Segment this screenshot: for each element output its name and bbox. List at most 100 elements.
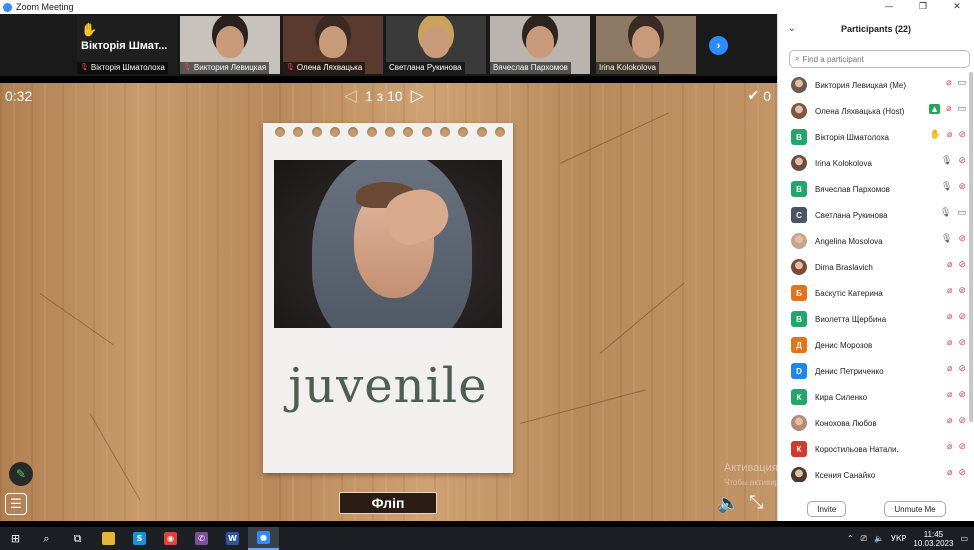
mic-muted-icon[interactable]: ⌀ — [947, 312, 952, 322]
participant-row[interactable]: К Коростильова Натали. ⌀ ⊘ — [778, 436, 974, 462]
annotate-pen-button[interactable]: ✎ — [9, 462, 33, 486]
participant-row[interactable]: К Кира Силенко ⌀ ⊘ — [778, 384, 974, 410]
mic-muted-icon[interactable]: ⌀ — [947, 364, 952, 374]
sound-icon[interactable]: 🔈 — [717, 493, 739, 514]
camera-off-icon[interactable]: ⊘ — [958, 156, 966, 166]
video-tile[interactable]: 🎙 Олена Ляхвацька — [283, 16, 383, 74]
zoom-icon[interactable]: ● — [248, 527, 279, 550]
score-display: ✔ 0 — [747, 88, 771, 104]
participant-row[interactable]: С Светлана Рукинова 🎙 ▭ — [778, 202, 974, 228]
mic-muted-icon[interactable]: ⌀ — [946, 78, 951, 88]
video-tile-active-speaker[interactable]: Irina Kolokolova — [596, 16, 696, 74]
language-indicator[interactable]: УКР — [891, 534, 906, 543]
windows-activation-watermark: Активация Windows — [724, 462, 777, 474]
menu-button[interactable]: ☰ — [5, 493, 27, 515]
camera-off-icon[interactable]: ⊘ — [958, 468, 966, 478]
camera-off-icon[interactable]: ⊘ — [958, 286, 966, 296]
mic-muted-icon[interactable]: ⌀ — [947, 260, 952, 270]
flashcard[interactable]: juvenile — [263, 123, 513, 473]
participant-status-icons: ⌀ ⊘ — [947, 442, 966, 452]
card-pager: ◁ 1 з 10 ▷ — [344, 86, 424, 106]
next-card-icon[interactable]: ▷ — [411, 86, 424, 106]
participant-name: Вікторія Шматолоха — [815, 132, 889, 142]
exit-fullscreen-icon[interactable]: ⤡ — [749, 492, 763, 513]
camera-off-icon[interactable]: ⊘ — [958, 260, 966, 270]
participant-row[interactable]: Irina Kolokolova 🎙 ⊘ — [778, 150, 974, 176]
camera-off-icon[interactable]: ⊘ — [958, 182, 966, 192]
search-icon[interactable]: ⌕ — [31, 527, 62, 550]
participant-search-input[interactable]: ⌕ Find a participant — [789, 50, 970, 68]
mic-muted-icon[interactable]: ⌀ — [947, 468, 952, 478]
camera-off-icon[interactable]: ⊘ — [958, 130, 966, 140]
participant-row[interactable]: Dima Braslavich ⌀ ⊘ — [778, 254, 974, 280]
participant-row[interactable]: Д Денис Морозов ⌀ ⊘ — [778, 332, 974, 358]
restore-button[interactable]: ❐ — [906, 0, 940, 14]
mic-muted-icon[interactable]: ⌀ — [947, 286, 952, 296]
participant-row[interactable]: Б Баскутіс Катерина ⌀ ⊘ — [778, 280, 974, 306]
camera-off-icon[interactable]: ⊘ — [958, 312, 966, 322]
participant-status-icons: ⌀ ⊘ — [947, 338, 966, 348]
mic-icon[interactable]: 🎙 — [941, 156, 952, 166]
show-hidden-icons-icon[interactable]: ⌃ — [847, 534, 854, 543]
avatar-initial: В — [791, 129, 807, 145]
mic-muted-icon[interactable]: ⌀ — [947, 442, 952, 452]
avatar-photo — [791, 259, 807, 275]
tile-name-label: 🎙 Виктория Левицкая — [180, 62, 270, 74]
video-tile[interactable]: Светлана Рукинова — [386, 16, 486, 74]
participant-name: Виолетта Щербина — [815, 314, 887, 324]
camera-icon[interactable]: ▭ — [957, 78, 966, 88]
mic-muted-icon[interactable]: ⌀ — [947, 390, 952, 400]
video-tile[interactable]: ✋ Вікторія Шмат... 🎙 Вікторія Шматолоха — [77, 16, 177, 74]
taskbar-clock[interactable]: 11:45 10.03.2023 — [913, 530, 953, 548]
participant-row[interactable]: Олена Ляхвацька (Host) ▲ ⌀ ▭ — [778, 98, 974, 124]
next-video-page-button[interactable]: › — [709, 36, 728, 55]
camera-off-icon[interactable]: ⊘ — [958, 442, 966, 452]
camera-off-icon[interactable]: ⊘ — [958, 338, 966, 348]
participant-status-icons: ⌀ ⊘ — [947, 390, 966, 400]
mic-icon[interactable]: 🎙 — [940, 208, 951, 218]
camera-icon[interactable]: ▭ — [957, 104, 966, 114]
video-tile[interactable]: 🎙 Виктория Левицкая — [180, 16, 280, 74]
volume-icon[interactable]: 🔈 — [874, 534, 884, 543]
task-view-icon[interactable]: ⧉ — [62, 527, 93, 550]
participant-row[interactable]: В Вячеслав Пархомов 🎙 ⊘ — [778, 176, 974, 202]
camera-off-icon[interactable]: ⊘ — [958, 390, 966, 400]
word-icon[interactable]: W — [217, 527, 248, 550]
mic-muted-icon[interactable]: ⌀ — [946, 104, 951, 114]
participant-row[interactable]: В Вікторія Шматолоха ✋ ⌀ ⊘ — [778, 124, 974, 150]
participant-row[interactable]: В Виолетта Щербина ⌀ ⊘ — [778, 306, 974, 332]
file-explorer-icon[interactable] — [93, 527, 124, 550]
participant-name: Angelina Mosolova — [815, 236, 883, 246]
previous-card-icon[interactable]: ◁ — [344, 86, 357, 106]
collapse-chevron-icon[interactable]: ⌄ — [788, 24, 796, 34]
mic-muted-icon[interactable]: ⌀ — [947, 416, 952, 426]
invite-button[interactable]: Invite — [807, 501, 847, 517]
mic-muted-icon: 🎙 — [80, 64, 89, 71]
windows-start-icon[interactable]: ⊞ — [0, 527, 31, 550]
mic-muted-icon[interactable]: ⌀ — [947, 338, 952, 348]
mic-muted-icon[interactable]: ⌀ — [947, 130, 952, 140]
flip-button[interactable]: Фліп — [339, 492, 437, 514]
participant-row[interactable]: Ксения Санайко ⌀ ⊘ — [778, 462, 974, 482]
participant-row[interactable]: Angelina Mosolova 🎙 ⊘ — [778, 228, 974, 254]
camera-icon[interactable]: ▭ — [957, 208, 966, 218]
network-icon[interactable]: ⎚ — [861, 534, 867, 544]
video-tile[interactable]: Вячеслав Пархомов — [490, 16, 590, 74]
participant-row[interactable]: Виктория Левицкая (Me) ⌀ ▭ — [778, 72, 974, 98]
camera-off-icon[interactable]: ⊘ — [958, 416, 966, 426]
minimize-button[interactable]: — — [872, 0, 906, 14]
participant-list-scrollbar[interactable] — [969, 72, 973, 422]
mic-icon[interactable]: 🎙 — [941, 182, 952, 192]
camera-off-icon[interactable]: ⊘ — [958, 234, 966, 244]
viber-icon[interactable]: ✆ — [186, 527, 217, 550]
chrome-icon[interactable]: ◉ — [155, 527, 186, 550]
participant-row[interactable]: D Денис Петриченко ⌀ ⊘ — [778, 358, 974, 384]
skype-icon[interactable]: S — [124, 527, 155, 550]
check-icon: ✔ — [747, 88, 760, 104]
camera-off-icon[interactable]: ⊘ — [958, 364, 966, 374]
unmute-me-button[interactable]: Unmute Me — [884, 501, 946, 517]
mic-icon[interactable]: 🎙 — [941, 234, 952, 244]
close-button[interactable]: ✕ — [940, 0, 974, 14]
participant-row[interactable]: Конохова Любов ⌀ ⊘ — [778, 410, 974, 436]
notifications-icon[interactable]: ▭ — [960, 534, 968, 543]
